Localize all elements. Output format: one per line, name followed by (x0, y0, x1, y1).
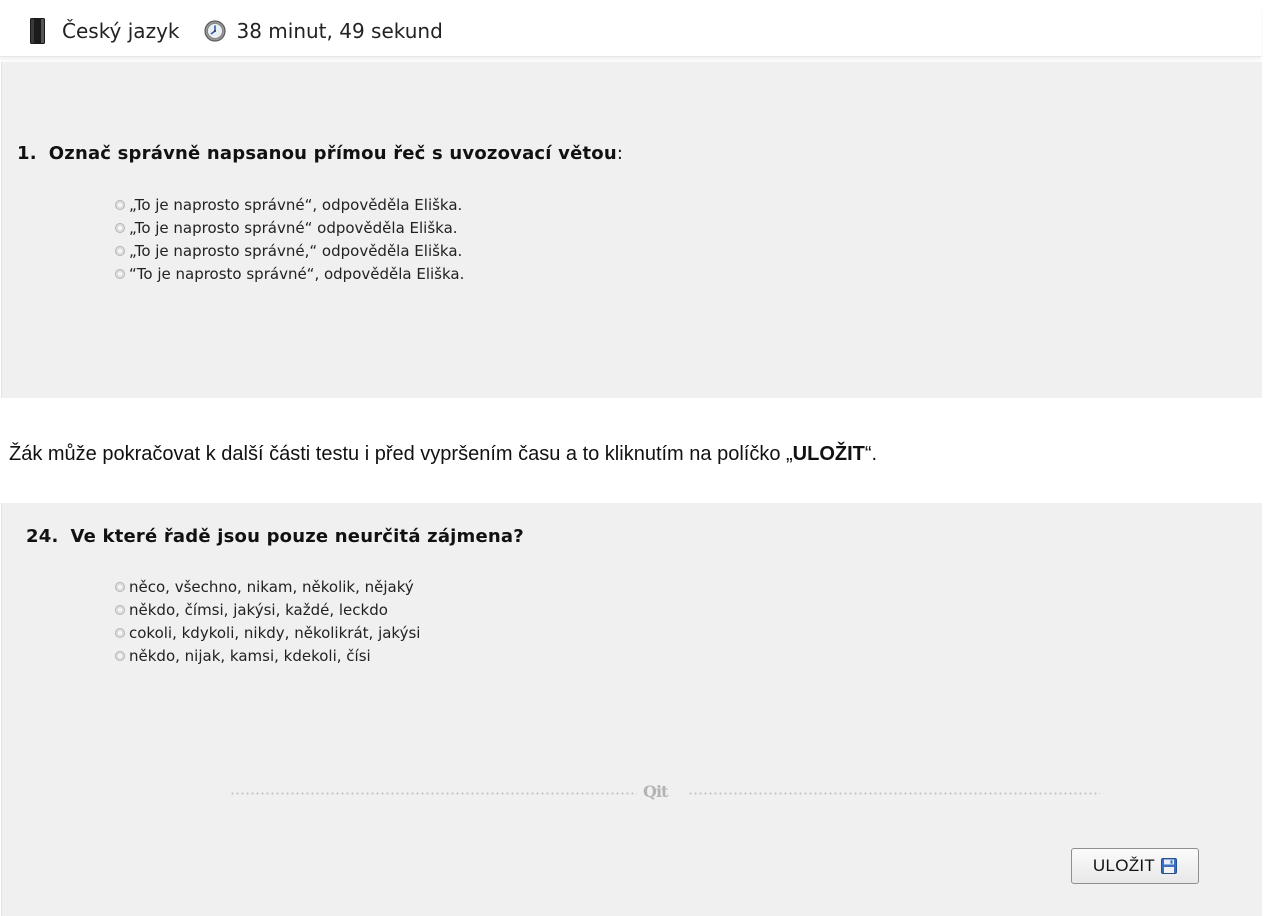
answer-text: cokoli, kdykoli, nikdy, několikrát, jaký… (129, 623, 421, 642)
answer-text: „To je naprosto správné,“ odpověděla Eli… (129, 241, 463, 260)
radio-button[interactable] (115, 245, 125, 256)
answer-option[interactable]: cokoli, kdykoli, nikdy, několikrát, jaký… (115, 621, 420, 644)
book-icon (30, 18, 45, 44)
question-panel-1: 1. Označ správně napsanou přímou řeč s uv… (1, 62, 1262, 398)
radio-button[interactable] (115, 581, 125, 592)
question-1-options: „To je naprosto správné“, odpověděla Eli… (115, 193, 464, 285)
question-number: 1. (17, 143, 37, 164)
answer-option[interactable]: „To je naprosto správné,“ odpověděla Eli… (115, 239, 464, 262)
test-header: Český jazyk 38 minut, 49 sekund (0, 6, 1261, 57)
question-text: Označ správně napsanou přímou řeč s uvoz… (48, 143, 617, 164)
subject-title: Český jazyk (62, 19, 180, 43)
floppy-disk-icon (1161, 858, 1178, 874)
answer-text: někdo, čímsi, jakýsi, každé, leckdo (129, 600, 388, 619)
test-page: Český jazyk 38 minut, 49 sekund 1. Označ … (0, 0, 1265, 916)
question-24-options: něco, všechno, nikam, několik, nějaký ně… (115, 575, 420, 667)
answer-option[interactable]: “To je naprosto správné“, odpověděla Eli… (115, 262, 464, 285)
question-colon: : (616, 143, 624, 164)
clock-icon (204, 20, 227, 42)
answer-text: „To je naprosto správné“, odpověděla Eli… (129, 195, 463, 214)
dotted-line-left (230, 792, 637, 795)
question-number: 24. (26, 526, 59, 547)
answer-option[interactable]: někdo, čímsi, jakýsi, každé, leckdo (115, 598, 420, 621)
answer-text: někdo, nijak, kamsi, kdekoli, čísi (129, 646, 371, 665)
note-text-end: “. (864, 443, 878, 465)
qit-logo: Qit (643, 782, 668, 801)
answer-text: něco, všechno, nikam, několik, nějaký (129, 577, 414, 596)
answer-option[interactable]: „To je naprosto správné“ odpověděla Eliš… (115, 216, 464, 239)
answer-text: „To je naprosto správné“ odpověděla Eliš… (129, 218, 458, 237)
note-text-start: Žák může pokračovat k další části testu … (9, 443, 793, 465)
answer-option[interactable]: něco, všechno, nikam, několik, nějaký (115, 575, 420, 598)
instruction-note: Žák může pokračovat k další části testu … (9, 443, 877, 466)
radio-button[interactable] (115, 199, 125, 210)
radio-button[interactable] (115, 627, 125, 638)
section-divider: Qit (230, 782, 1100, 801)
question-1-title: 1. Označ správně napsanou přímou řeč s uv… (17, 143, 623, 164)
radio-button[interactable] (115, 222, 125, 233)
answer-text: “To je naprosto správné“, odpověděla Eli… (129, 264, 465, 283)
dotted-line-right (688, 792, 1100, 795)
question-24-title: 24. Ve které řadě jsou pouze neurčitá záj… (26, 526, 524, 547)
radio-button[interactable] (115, 650, 125, 661)
note-save-word: ULOŽIT (792, 443, 865, 465)
radio-button[interactable] (115, 268, 125, 279)
time-remaining: 38 minut, 49 sekund (236, 19, 443, 43)
answer-option[interactable]: někdo, nijak, kamsi, kdekoli, čísi (115, 644, 420, 667)
save-button[interactable]: ULOŽIT (1071, 848, 1199, 884)
radio-button[interactable] (115, 604, 125, 615)
answer-option[interactable]: „To je naprosto správné“, odpověděla Eli… (115, 193, 464, 216)
question-text: Ve které řadě jsou pouze neurčitá zájmen… (70, 526, 524, 547)
save-button-label: ULOŽIT (1092, 856, 1156, 875)
question-panel-24: 24. Ve které řadě jsou pouze neurčitá záj… (1, 503, 1262, 916)
